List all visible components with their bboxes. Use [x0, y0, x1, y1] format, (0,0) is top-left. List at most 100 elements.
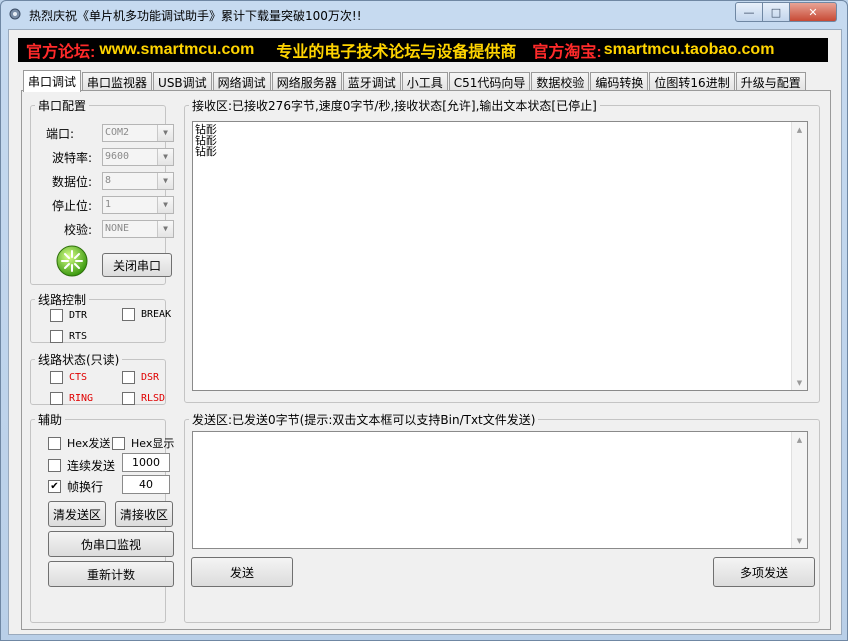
tab-c51-wizard[interactable]: C51代码向导 — [448, 72, 531, 91]
maximize-button[interactable]: □ — [762, 2, 790, 22]
receive-line: 钻耏 — [195, 145, 217, 158]
hex-display-checkbox[interactable]: Hex显示 — [112, 435, 174, 451]
tab-bluetooth-debug[interactable]: 蓝牙调试 — [342, 72, 401, 91]
dsr-label: DSR — [141, 372, 160, 383]
stopbits-select[interactable]: 1 ▼ — [102, 196, 174, 214]
tab-serial-monitor[interactable]: 串口监视器 — [82, 72, 153, 91]
tab-serial-debug[interactable]: 串口调试 — [23, 70, 82, 92]
gear-icon — [9, 8, 21, 20]
dtr-checkbox[interactable]: DTR — [50, 309, 87, 322]
checkbox-box — [112, 436, 125, 450]
stopbits-value: 1 — [105, 199, 112, 210]
tab-bitmap-to-hex[interactable]: 位图转16进制 — [649, 72, 735, 91]
send-textarea[interactable]: ▲ ▼ — [192, 431, 808, 549]
break-checkbox[interactable]: BREAK — [122, 308, 171, 321]
port-status-indicator-icon — [56, 245, 88, 277]
banner-forum-url[interactable]: www.smartmcu.com — [99, 41, 254, 59]
checkbox-box — [122, 308, 135, 321]
tab-network-server[interactable]: 网络服务器 — [271, 72, 342, 91]
scroll-down-icon[interactable]: ▼ — [792, 533, 807, 548]
chevron-down-icon: ▼ — [157, 173, 173, 189]
continuous-send-checkbox[interactable]: 连续发送 — [48, 457, 115, 474]
checkbox-box — [122, 371, 135, 384]
tab-small-tools[interactable]: 小工具 — [401, 72, 448, 91]
tab-encoding-convert[interactable]: 编码转换 — [590, 72, 649, 91]
chevron-down-icon: ▼ — [157, 221, 173, 237]
checkbox-box — [50, 392, 63, 405]
checkbox-box — [50, 371, 63, 384]
rts-label: RTS — [69, 331, 88, 342]
aux-title: 辅助 — [38, 413, 63, 427]
break-label: BREAK — [141, 309, 172, 320]
tab-usb-debug[interactable]: USB调试 — [153, 72, 212, 91]
virtual-port-monitor-button[interactable]: 伪串口监视 — [48, 531, 174, 557]
check-icon: ✔ — [48, 480, 61, 493]
baud-select[interactable]: 9600 ▼ — [102, 148, 174, 166]
maximize-icon: □ — [770, 5, 782, 19]
databits-select[interactable]: 8 ▼ — [102, 172, 174, 190]
receive-textarea[interactable]: 钻耏 钻耏 钻耏 ▲ ▼ — [192, 121, 808, 391]
checkbox-box — [122, 392, 135, 405]
cts-indicator: CTS — [50, 371, 87, 384]
stopbits-label: 停止位: — [51, 199, 92, 213]
send-scrollbar[interactable]: ▲ ▼ — [791, 432, 807, 548]
receive-title: 接收区:已接收276字节,速度0字节/秒,接收状态[允许],输出文本状态[已停止… — [192, 99, 597, 113]
app-window: 热烈庆祝《单片机多功能调试助手》累计下载量突破100万次!! — □ ✕ 官方论… — [0, 0, 848, 641]
tab-upgrade-config[interactable]: 升级与配置 — [735, 72, 806, 91]
frame-newline-checkbox[interactable]: ✔ 帧换行 — [48, 478, 103, 495]
dtr-label: DTR — [69, 310, 88, 321]
checkbox-box — [50, 330, 63, 343]
close-icon: ✕ — [808, 5, 818, 19]
scroll-down-icon[interactable]: ▼ — [792, 375, 807, 390]
banner-slogan: 专业的电子技术论坛与设备提供商 — [276, 44, 517, 61]
minimize-button[interactable]: — — [735, 2, 763, 22]
ring-label: RING — [69, 393, 94, 404]
receive-content: 钻耏 钻耏 钻耏 — [195, 124, 217, 157]
multi-send-button[interactable]: 多项发送 — [713, 557, 815, 587]
checkbox-box — [48, 459, 61, 472]
line-status-title: 线路状态(只读) — [38, 353, 120, 367]
serial-debug-pane: 串口配置 端口: COM2 ▼ 波特率: 9600 ▼ 数据位: 8 ▼ 停止位: 1… — [21, 90, 831, 630]
recount-button[interactable]: 重新计数 — [48, 561, 174, 587]
dsr-indicator: DSR — [122, 371, 159, 384]
cts-label: CTS — [69, 372, 88, 383]
tab-network-debug[interactable]: 网络调试 — [212, 72, 271, 91]
ad-banner[interactable]: 官方论坛: www.smartmcu.com 专业的电子技术论坛与设备提供商 官… — [18, 38, 828, 62]
scroll-up-icon[interactable]: ▲ — [792, 122, 807, 137]
receive-scrollbar[interactable]: ▲ ▼ — [791, 122, 807, 390]
tab-data-checksum[interactable]: 数据校验 — [531, 72, 590, 91]
clear-receive-button[interactable]: 清接收区 — [115, 501, 173, 527]
hex-send-label: Hex发送 — [67, 437, 111, 450]
port-label: 端口: — [45, 127, 74, 141]
clear-send-button[interactable]: 清发送区 — [48, 501, 106, 527]
port-select[interactable]: COM2 ▼ — [102, 124, 174, 142]
send-button[interactable]: 发送 — [191, 557, 293, 587]
frame-newline-label: 帧换行 — [67, 480, 104, 494]
window-title: 热烈庆祝《单片机多功能调试助手》累计下载量突破100万次!! — [29, 9, 362, 23]
continuous-interval-input[interactable]: 1000 — [122, 453, 170, 472]
serial-config-title: 串口配置 — [38, 99, 87, 113]
chevron-down-icon: ▼ — [157, 197, 173, 213]
ring-indicator: RING — [50, 392, 93, 405]
close-port-button[interactable]: 关闭串口 — [102, 253, 172, 277]
chevron-down-icon: ▼ — [157, 125, 173, 141]
hex-send-checkbox[interactable]: Hex发送 — [48, 435, 110, 451]
title-bar[interactable]: 热烈庆祝《单片机多功能调试助手》累计下载量突破100万次!! — □ ✕ — [1, 1, 847, 27]
tab-bar: 串口调试 串口监视器 USB调试 网络调试 网络服务器 蓝牙调试 小工具 C51… — [23, 70, 807, 92]
banner-shop-url[interactable]: smartmcu.taobao.com — [604, 41, 775, 59]
client-area: 官方论坛: www.smartmcu.com 专业的电子技术论坛与设备提供商 官… — [8, 29, 842, 635]
hex-display-label: Hex显示 — [131, 437, 175, 450]
rts-checkbox[interactable]: RTS — [50, 330, 87, 343]
databits-label: 数据位: — [51, 175, 92, 189]
checkbox-box — [50, 309, 63, 322]
banner-shop-label: 官方淘宝: — [532, 44, 602, 61]
baud-value: 9600 — [105, 151, 130, 162]
chevron-down-icon: ▼ — [157, 149, 173, 165]
frame-value-input[interactable]: 40 — [122, 475, 170, 494]
rlsd-label: RLSD — [141, 393, 166, 404]
close-button[interactable]: ✕ — [789, 2, 837, 22]
parity-select[interactable]: NONE ▼ — [102, 220, 174, 238]
scroll-up-icon[interactable]: ▲ — [792, 432, 807, 447]
databits-value: 8 — [105, 175, 112, 186]
send-title: 发送区:已发送0字节(提示:双击文本框可以支持Bin/Txt文件发送) — [192, 413, 536, 427]
